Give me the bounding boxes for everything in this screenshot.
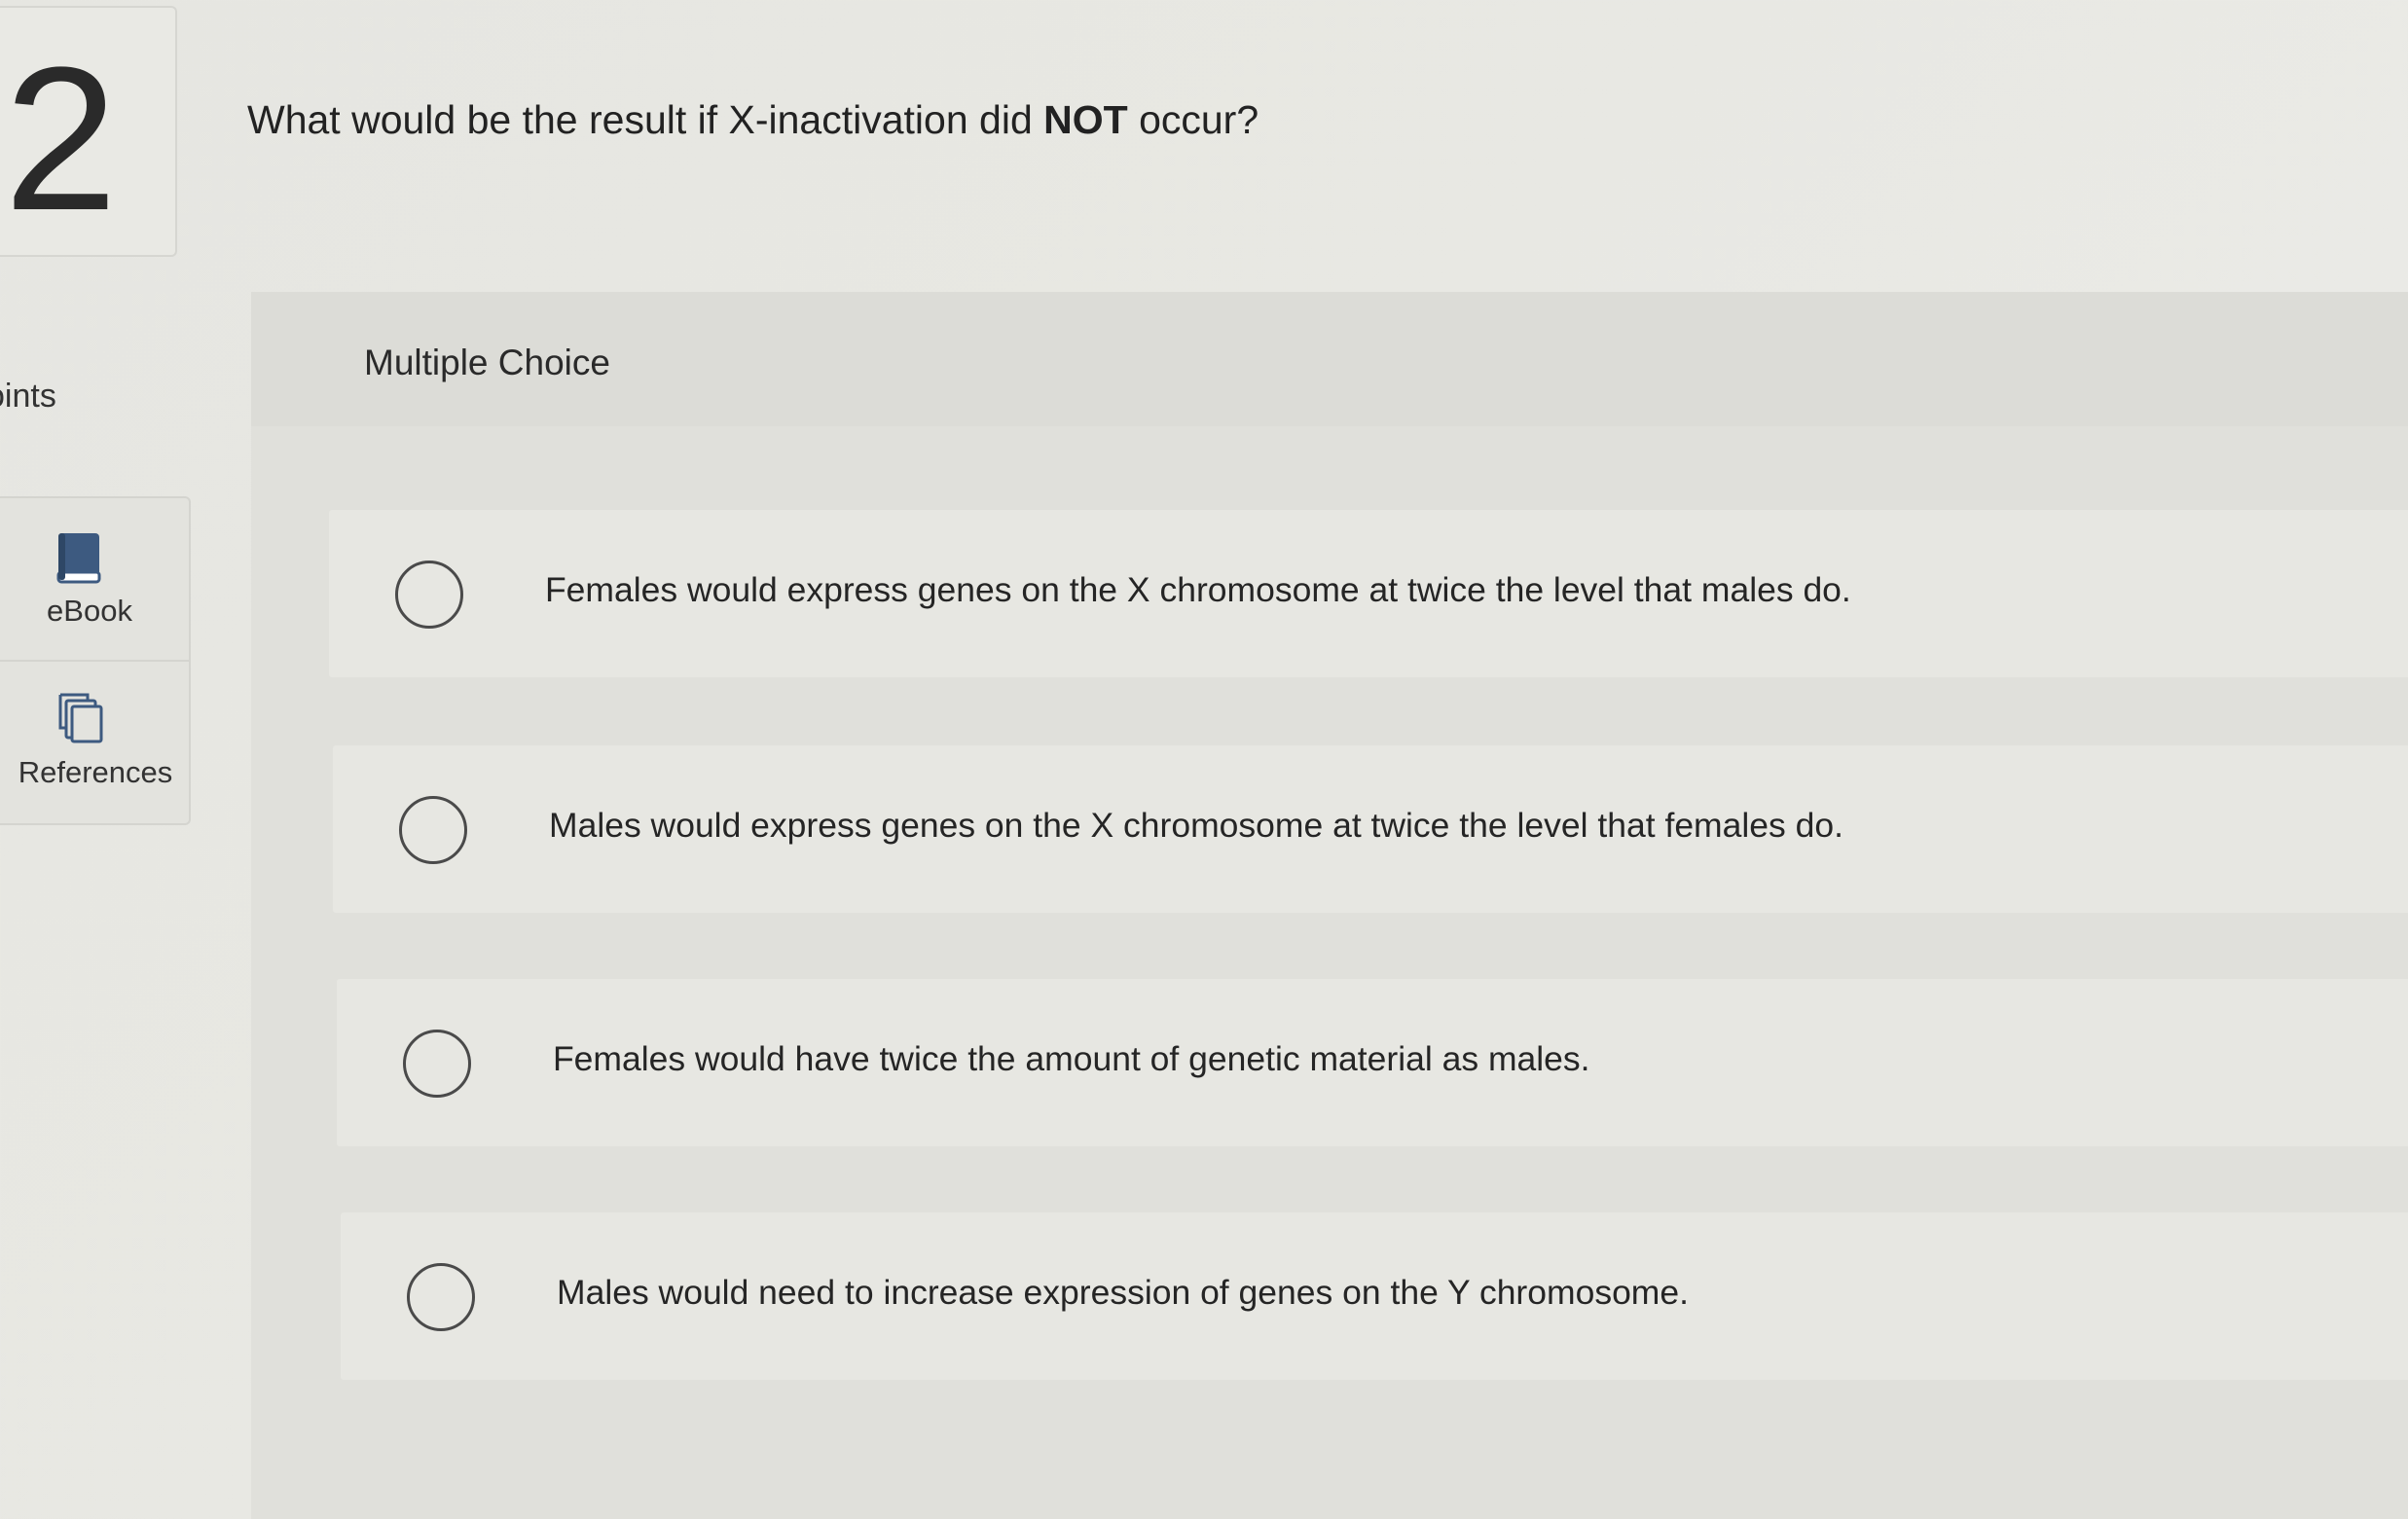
answer-option-text: Males would need to increase expression … [557, 1273, 1689, 1312]
answer-option-text: Males would express genes on the X chrom… [549, 806, 1843, 845]
answer-option-2[interactable]: Males would express genes on the X chrom… [333, 745, 2408, 913]
answer-option-4[interactable]: Males would need to increase expression … [341, 1212, 2408, 1380]
references-label: References [18, 755, 173, 789]
question-prompt: What would be the result if X-inactivati… [247, 97, 1259, 143]
radio-button[interactable] [399, 796, 467, 864]
answer-option-3[interactable]: Females would have twice the amount of g… [337, 979, 2408, 1146]
question-emphasis: NOT [1043, 97, 1128, 142]
references-button[interactable]: References [0, 662, 189, 823]
radio-button[interactable] [395, 561, 463, 629]
question-type-label: Multiple Choice [364, 343, 610, 382]
radio-button[interactable] [403, 1030, 471, 1098]
copy-pages-icon [58, 693, 103, 743]
panel-header: Multiple Choice [251, 292, 2408, 426]
answer-option-text: Females would express genes on the X chr… [545, 570, 1851, 609]
ebook-label: eBook [47, 594, 132, 628]
ebook-button[interactable]: eBook [0, 498, 189, 662]
question-number-box: 2 [0, 6, 177, 257]
question-prefix: What would be the result if X-inactivati… [247, 97, 1044, 142]
points-label: oints [0, 378, 56, 415]
question-number: 2 [4, 24, 118, 253]
answer-option-text: Females would have twice the amount of g… [553, 1039, 1590, 1078]
question-suffix: occur? [1127, 97, 1259, 142]
tools-panel: eBook References [0, 496, 191, 825]
answer-option-1[interactable]: Females would express genes on the X chr… [329, 510, 2408, 677]
answer-panel: Multiple Choice Females would express ge… [251, 292, 2408, 1519]
book-icon [56, 533, 101, 584]
radio-button[interactable] [407, 1263, 475, 1331]
